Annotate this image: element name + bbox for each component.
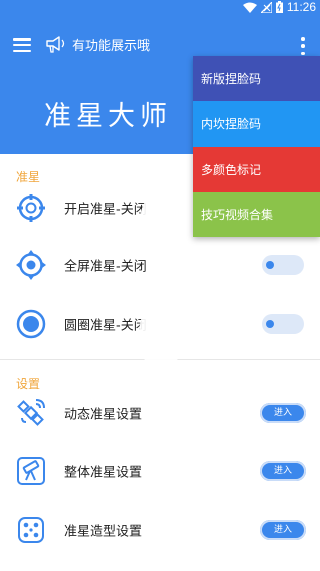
target-icon	[17, 194, 45, 222]
row-label: 动态准星设置	[64, 407, 143, 423]
telescope-icon	[17, 457, 45, 485]
menu-item-new-face-code[interactable]: 新版捏脸码	[193, 56, 320, 102]
overflow-menu: 新版捏脸码 内坎捏脸码 多颜色标记 技巧视频合集	[193, 56, 320, 237]
toggle-knob	[266, 261, 274, 269]
battery-icon	[275, 1, 283, 13]
satellite-icon	[17, 399, 45, 426]
circle-toggle[interactable]	[262, 314, 304, 334]
signal-icon	[260, 1, 272, 13]
status-icons: 11:26	[242, 0, 316, 14]
decorative-overlay	[141, 418, 185, 492]
status-time: 11:26	[286, 0, 316, 14]
menu-item-multicolor-marker[interactable]: 多颜色标记	[193, 146, 320, 192]
wifi-icon	[242, 2, 257, 13]
row-crosshair-style-settings[interactable]: 准星造型设置 进入	[0, 502, 320, 558]
row-label: 准星造型设置	[64, 524, 143, 540]
decorative-overlay	[139, 298, 183, 372]
toggle-knob	[266, 320, 274, 328]
row-label: 圆圈准星-关闭	[64, 318, 147, 334]
dice-icon	[18, 517, 44, 543]
status-bar: 11:26	[0, 0, 320, 14]
megaphone-icon[interactable]	[44, 34, 68, 54]
fullscreen-target-icon	[16, 250, 46, 280]
circle-target-icon	[16, 309, 46, 339]
hamburger-icon[interactable]	[13, 38, 31, 52]
app-title: 准星大师	[44, 101, 172, 132]
more-vertical-icon[interactable]	[300, 37, 306, 55]
fullscreen-toggle[interactable]	[262, 255, 304, 275]
row-label: 全屏准星-关闭	[64, 259, 147, 275]
menu-item-tips-videos[interactable]: 技巧视频合集	[193, 191, 320, 237]
menu-item-neikan-face-code[interactable]: 内坎捏脸码	[193, 101, 320, 147]
decorative-overlay	[139, 190, 183, 264]
notice-text[interactable]: 有功能展示哦	[72, 35, 150, 54]
enter-button[interactable]: 进入	[260, 403, 306, 423]
enter-button[interactable]: 进入	[260, 520, 306, 540]
enter-button[interactable]: 进入	[260, 461, 306, 481]
row-label: 整体准星设置	[64, 465, 143, 481]
row-label: 开启准星-关闭	[64, 202, 147, 218]
